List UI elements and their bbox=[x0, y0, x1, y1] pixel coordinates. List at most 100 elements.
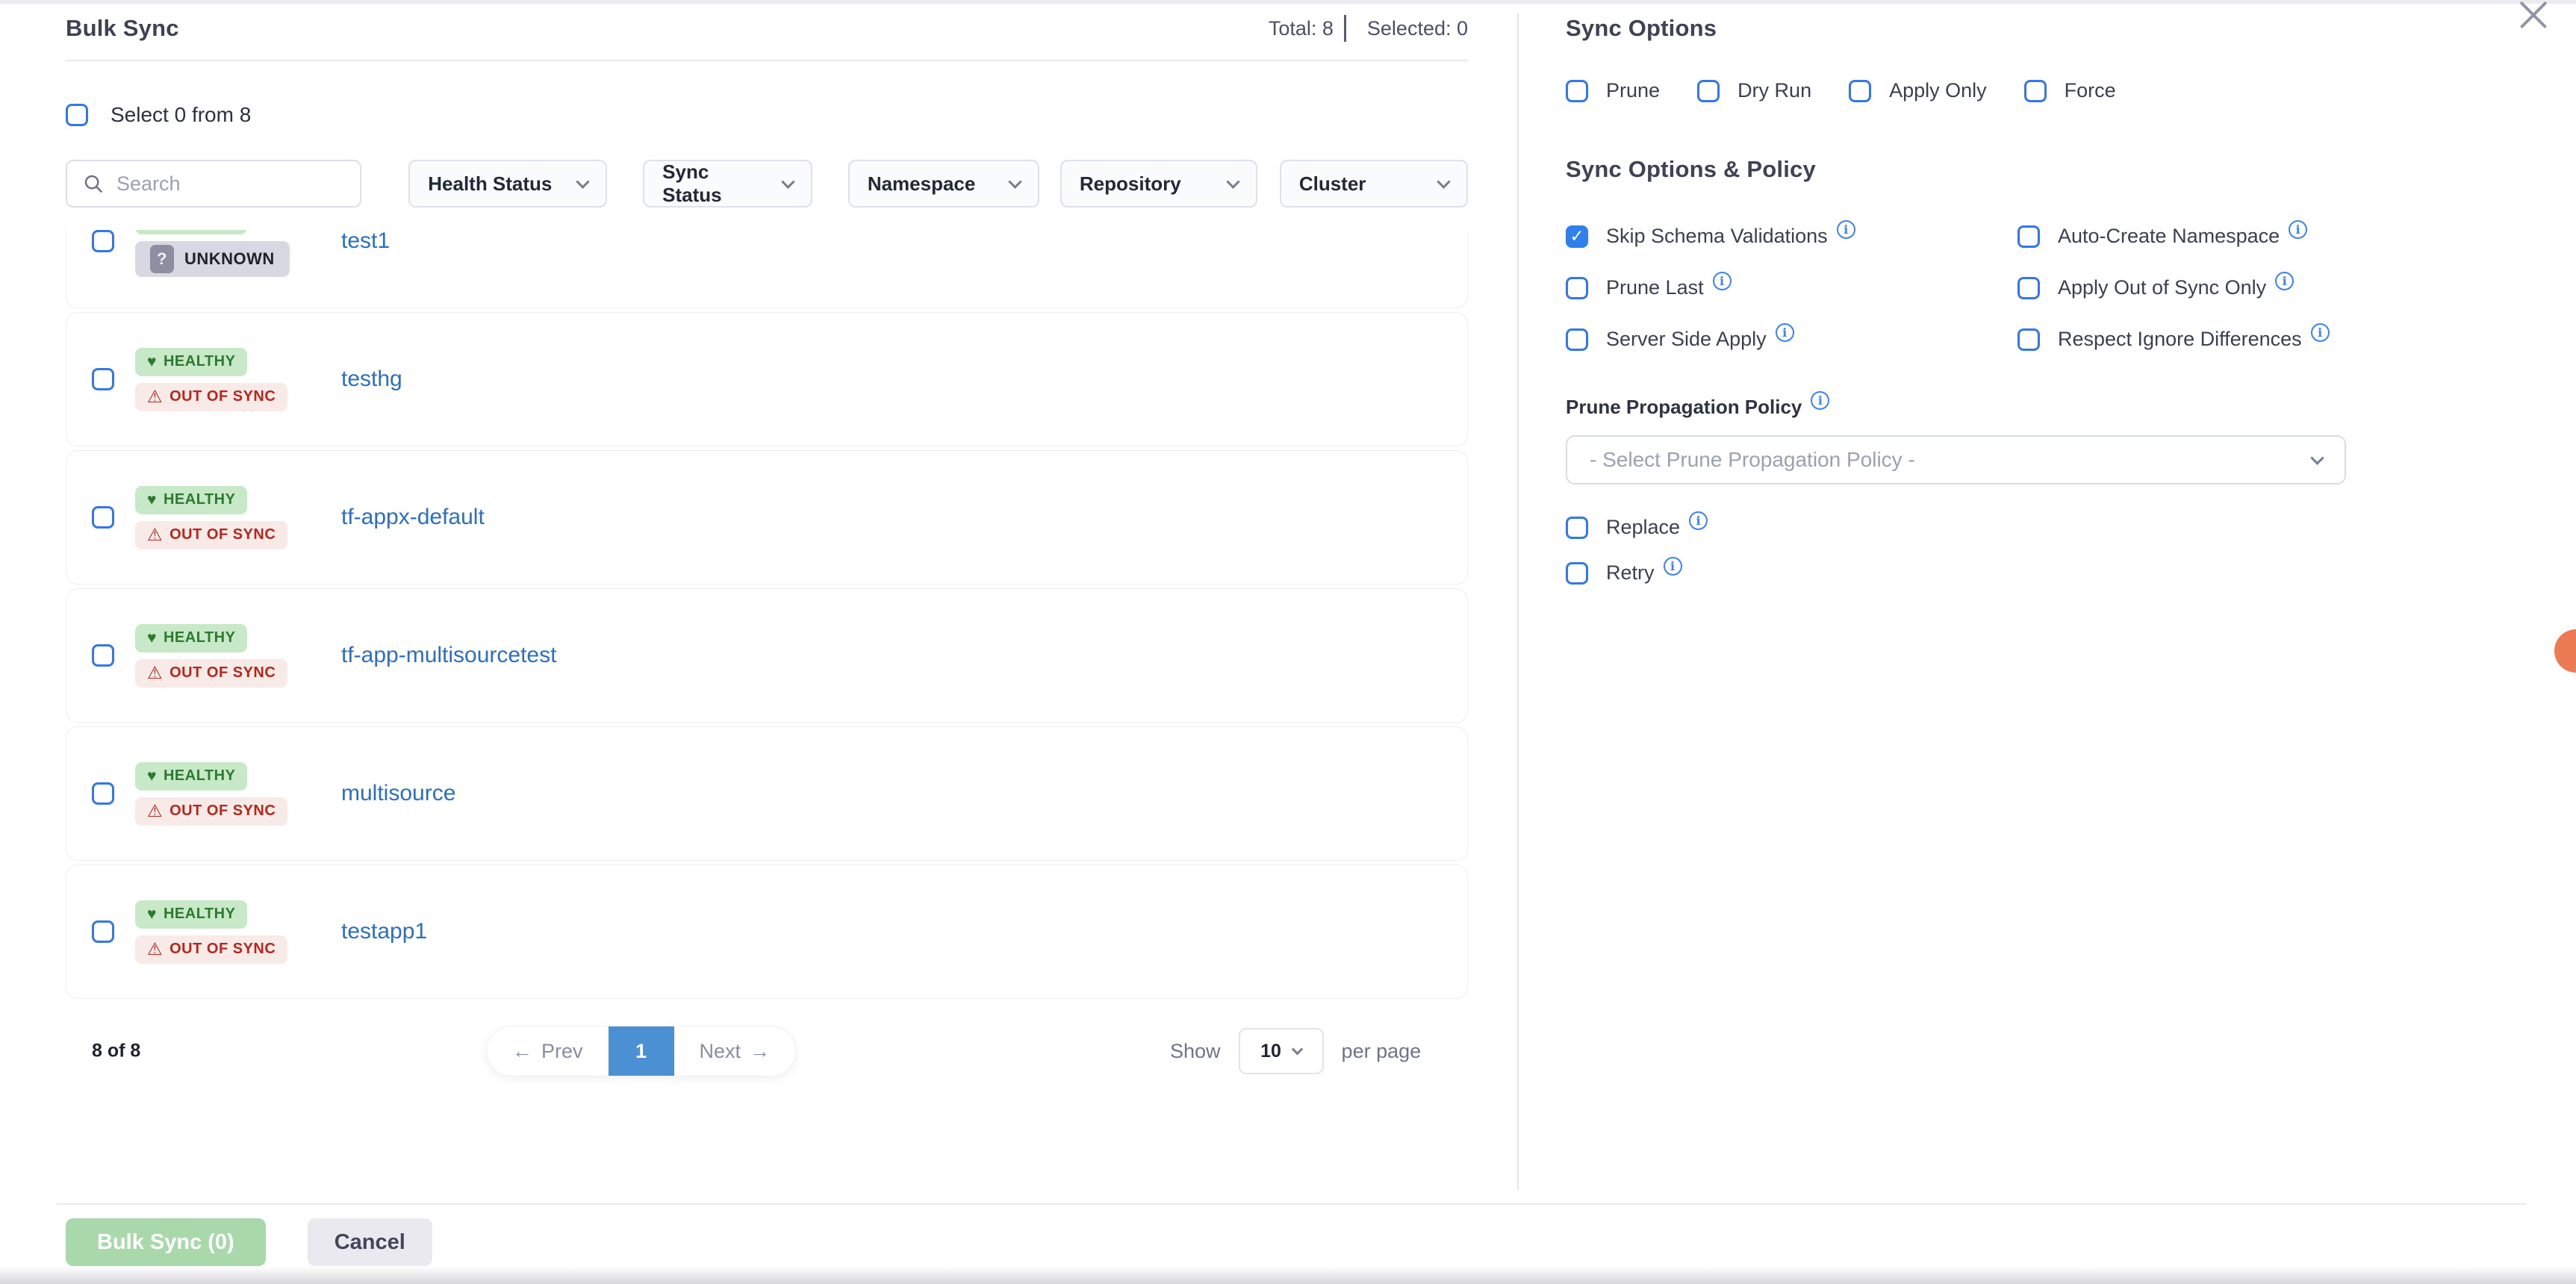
info-icon[interactable]: i bbox=[2311, 323, 2330, 342]
page-bottom-edge bbox=[0, 1266, 2576, 1284]
heart-icon: ♥ bbox=[147, 768, 157, 784]
row-checkbox[interactable] bbox=[92, 506, 114, 529]
filter-sync-status[interactable]: Sync Status bbox=[643, 160, 812, 208]
retry-checkbox[interactable] bbox=[1566, 562, 1588, 585]
skip-schema-validations-checkbox[interactable] bbox=[1566, 225, 1588, 248]
page-size-control: Show 10 per page bbox=[1170, 1028, 1421, 1074]
page-size-select[interactable]: 10 bbox=[1239, 1028, 1324, 1074]
health-status-badge: ♥HEALTHY bbox=[135, 900, 247, 929]
option-dry-run: Dry Run bbox=[1697, 79, 1811, 102]
dry-run-checkbox[interactable] bbox=[1697, 80, 1720, 102]
search-input[interactable] bbox=[116, 172, 345, 196]
server-side-apply-checkbox[interactable] bbox=[1566, 328, 1588, 351]
respect-ignore-differences-checkbox[interactable] bbox=[2017, 328, 2040, 351]
per-page-label: per page bbox=[1342, 1040, 1422, 1063]
info-icon[interactable]: i bbox=[1837, 220, 1855, 239]
chevron-down-icon bbox=[1226, 175, 1239, 188]
select-all-checkbox[interactable] bbox=[66, 104, 88, 126]
health-status-badge: ♥HEALTHY bbox=[135, 230, 247, 234]
totals-separator bbox=[1344, 15, 1346, 42]
apply-only-checkbox[interactable] bbox=[1849, 80, 1871, 102]
next-page-button[interactable]: Next → bbox=[674, 1026, 796, 1076]
sync-status-badge: ⚠OUT OF SYNC bbox=[135, 521, 287, 549]
app-row: ♥HEALTHY ⚠OUT OF SYNC tf-appx-default bbox=[66, 450, 1468, 585]
filter-health-status[interactable]: Health Status bbox=[408, 160, 607, 208]
sync-options-row: Prune Dry Run Apply Only Force bbox=[1566, 79, 2531, 102]
option-prune-last: Prune Last i bbox=[1566, 276, 2017, 299]
sync-status-badge: ?UNKNOWN bbox=[135, 241, 290, 277]
panel-divider bbox=[1517, 13, 1519, 1190]
option-apply-only: Apply Only bbox=[1849, 79, 1987, 102]
app-name-link[interactable]: testhg bbox=[341, 367, 402, 392]
sync-options-heading: Sync Options bbox=[1566, 15, 2531, 42]
notification-dot bbox=[2554, 629, 2576, 673]
footer-actions: Bulk Sync (0) Cancel bbox=[66, 1218, 432, 1266]
row-checkbox[interactable] bbox=[92, 644, 114, 667]
warning-icon: ⚠ bbox=[147, 388, 163, 405]
option-force: Force bbox=[2024, 79, 2116, 102]
info-icon[interactable]: i bbox=[1811, 391, 1829, 410]
health-status-badge: ♥HEALTHY bbox=[135, 762, 247, 791]
sync-status-badge: ⚠OUT OF SYNC bbox=[135, 797, 287, 826]
select-all-row: Select 0 from 8 bbox=[66, 103, 1468, 127]
footer-divider bbox=[56, 1203, 2526, 1205]
prune-propagation-policy-select[interactable]: - Select Prune Propagation Policy - bbox=[1566, 435, 2346, 484]
row-checkbox[interactable] bbox=[92, 782, 114, 805]
warning-icon: ⚠ bbox=[147, 941, 163, 958]
arrow-left-icon: ← bbox=[512, 1040, 532, 1063]
app-name-link[interactable]: test1 bbox=[341, 230, 390, 254]
select-all-label: Select 0 from 8 bbox=[111, 103, 251, 127]
filter-namespace[interactable]: Namespace bbox=[848, 160, 1039, 208]
option-prune: Prune bbox=[1566, 79, 1660, 102]
info-icon[interactable]: i bbox=[2275, 272, 2294, 290]
row-checkbox[interactable] bbox=[92, 230, 114, 252]
chevron-down-icon bbox=[781, 175, 794, 188]
info-icon[interactable]: i bbox=[1776, 323, 1794, 342]
info-icon[interactable]: i bbox=[2289, 220, 2307, 239]
filter-repository[interactable]: Repository bbox=[1060, 160, 1257, 208]
heart-icon: ♥ bbox=[147, 906, 157, 922]
force-checkbox[interactable] bbox=[2024, 80, 2047, 102]
app-name-link[interactable]: tf-appx-default bbox=[341, 505, 485, 530]
row-checkbox[interactable] bbox=[92, 920, 114, 943]
warning-icon: ⚠ bbox=[147, 802, 163, 820]
chevron-down-icon bbox=[1292, 1043, 1304, 1055]
warning-icon: ⚠ bbox=[147, 664, 163, 682]
pagination-summary: 8 of 8 bbox=[92, 1041, 140, 1062]
heart-icon: ♥ bbox=[147, 354, 157, 370]
info-icon[interactable]: i bbox=[1689, 511, 1708, 530]
info-icon[interactable]: i bbox=[1713, 272, 1732, 290]
app-name-link[interactable]: testapp1 bbox=[341, 919, 427, 944]
auto-create-namespace-checkbox[interactable] bbox=[2017, 225, 2040, 248]
applications-list: ♥HEALTHY ?UNKNOWN test1 ♥HEALTHY ⚠OUT OF… bbox=[66, 230, 1468, 1003]
total-count: Total: 8 bbox=[1269, 17, 1334, 40]
option-server-side-apply: Server Side Apply i bbox=[1566, 328, 2017, 351]
app-row: ♥HEALTHY ?UNKNOWN test1 bbox=[66, 230, 1468, 308]
option-auto-create-namespace: Auto-Create Namespace i bbox=[2017, 225, 2531, 248]
sync-policy-heading: Sync Options & Policy bbox=[1566, 156, 2531, 183]
question-icon: ? bbox=[150, 245, 174, 273]
prev-page-button[interactable]: ← Prev bbox=[487, 1026, 609, 1076]
prune-last-checkbox[interactable] bbox=[1566, 277, 1588, 299]
info-icon[interactable]: i bbox=[1664, 557, 1682, 576]
warning-icon: ⚠ bbox=[147, 526, 163, 543]
page-number-button[interactable]: 1 bbox=[609, 1026, 674, 1076]
show-label: Show bbox=[1170, 1040, 1221, 1063]
filter-cluster[interactable]: Cluster bbox=[1280, 160, 1468, 208]
filters-bar: Health Status Sync Status Namespace Repo… bbox=[66, 160, 1468, 208]
panel-header: Bulk Sync Total: 8 Selected: 0 bbox=[66, 15, 1468, 61]
prune-checkbox[interactable] bbox=[1566, 80, 1588, 102]
option-apply-out-of-sync-only: Apply Out of Sync Only i bbox=[2017, 276, 2531, 299]
extra-options: Replace i Retry i bbox=[1566, 516, 2531, 585]
replace-checkbox[interactable] bbox=[1566, 517, 1588, 539]
selected-count: Selected: 0 bbox=[1367, 17, 1468, 40]
bulk-sync-button[interactable]: Bulk Sync (0) bbox=[66, 1218, 266, 1266]
arrow-right-icon: → bbox=[750, 1040, 770, 1063]
apply-out-of-sync-only-checkbox[interactable] bbox=[2017, 277, 2040, 299]
app-name-link[interactable]: multisource bbox=[341, 781, 455, 806]
dialog-title: Bulk Sync bbox=[66, 15, 179, 42]
cancel-button[interactable]: Cancel bbox=[308, 1218, 432, 1266]
bulk-sync-dialog: Bulk Sync Total: 8 Selected: 0 Select 0 … bbox=[0, 0, 2576, 1284]
app-name-link[interactable]: tf-app-multisourcetest bbox=[341, 643, 556, 668]
row-checkbox[interactable] bbox=[92, 368, 114, 390]
